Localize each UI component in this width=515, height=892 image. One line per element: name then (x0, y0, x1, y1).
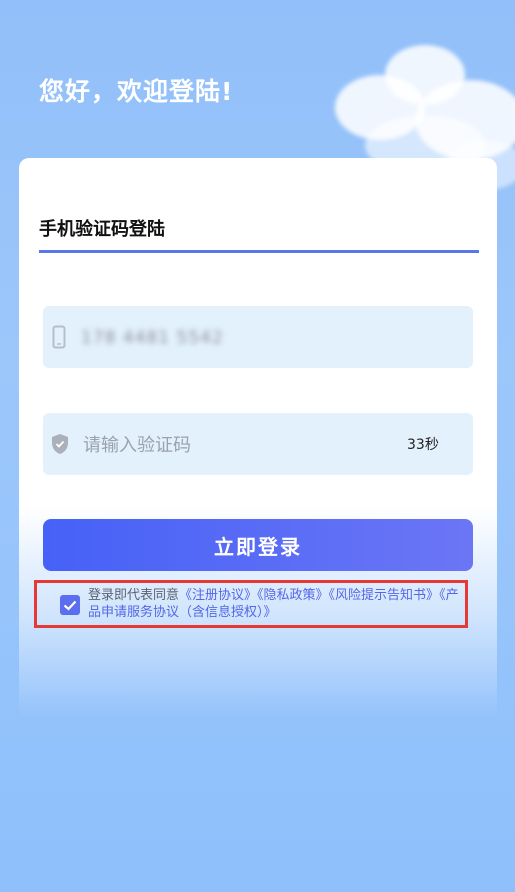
verification-code-input[interactable] (81, 429, 365, 461)
welcome-heading: 您好，欢迎登陆! (39, 77, 234, 106)
login-card: 手机验证码登陆 178 4481 5542 33秒 立即登录 登录即代表同意《注… (19, 158, 497, 718)
agreement-checkbox[interactable] (60, 595, 80, 615)
link-registration-agreement[interactable]: 《注册协议》 (179, 588, 257, 603)
agreement-prefix: 登录即代表同意 (88, 588, 180, 603)
agreement-text: 登录即代表同意《注册协议》《隐私政策》《风险提示告知书》《产品申请服务协议（含信… (88, 587, 463, 621)
phone-icon (52, 325, 66, 349)
link-privacy-policy[interactable]: 《隐私政策》 (257, 588, 329, 603)
tab-sms-login[interactable]: 手机验证码登陆 (39, 215, 165, 241)
phone-number-value: 178 4481 5542 (81, 328, 224, 348)
phone-field[interactable]: 178 4481 5542 (43, 306, 473, 368)
shield-icon (52, 434, 68, 454)
tab-underline (39, 250, 479, 253)
agreement-section: 登录即代表同意《注册协议》《隐私政策》《风险提示告知书》《产品申请服务协议（含信… (34, 580, 468, 628)
link-risk-notice[interactable]: 《风险提示告知书》 (329, 588, 440, 603)
code-countdown: 33秒 (407, 437, 439, 453)
login-button[interactable]: 立即登录 (43, 519, 473, 571)
verification-code-field: 33秒 (43, 413, 473, 475)
check-icon (63, 600, 77, 611)
